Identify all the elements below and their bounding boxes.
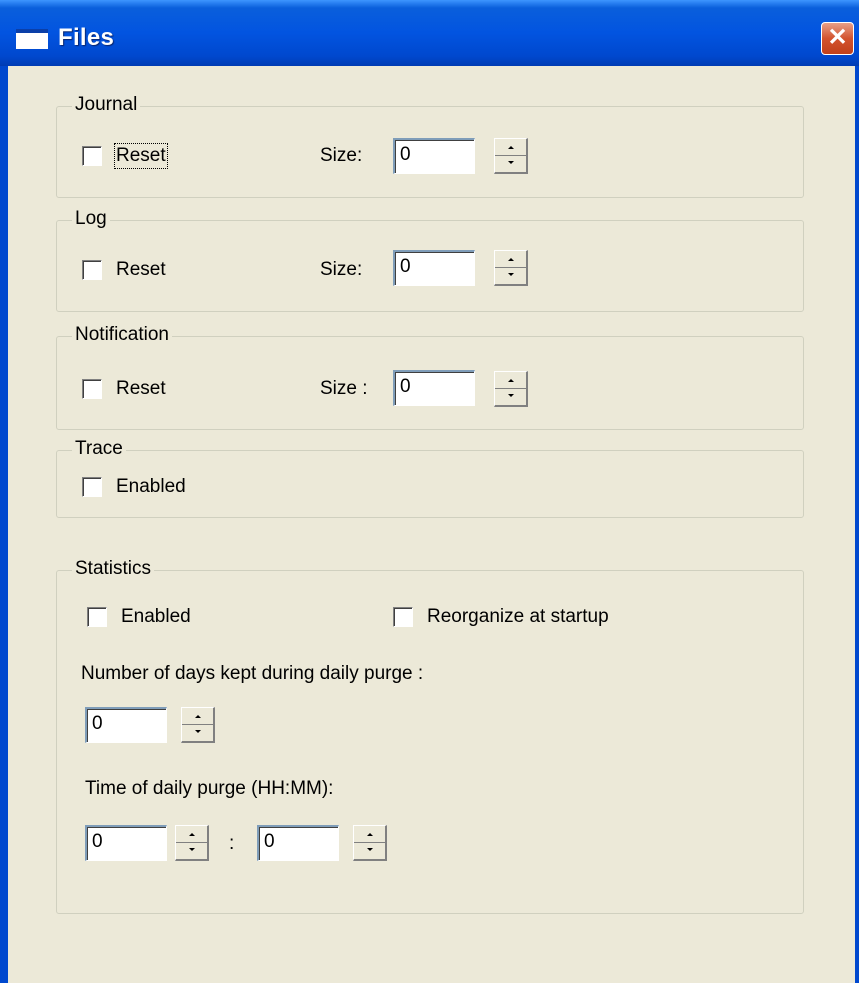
- purge-hours-input[interactable]: 0: [85, 825, 167, 861]
- trace-enabled-checkbox[interactable]: [82, 477, 102, 497]
- purge-minutes-input[interactable]: 0: [257, 825, 339, 861]
- spin-up-icon[interactable]: [176, 826, 207, 843]
- purge-time-label: Time of daily purge (HH:MM):: [85, 778, 334, 799]
- window-border-left: [0, 66, 8, 983]
- time-separator: :: [229, 833, 235, 854]
- days-kept-spinner[interactable]: [181, 707, 215, 743]
- purge-hours-spinner[interactable]: [175, 825, 209, 861]
- trace-enabled-label[interactable]: Enabled: [116, 476, 186, 498]
- spin-down-icon[interactable]: [354, 843, 385, 860]
- journal-reset-checkbox[interactable]: [82, 146, 102, 166]
- log-reset-checkbox[interactable]: [82, 260, 102, 280]
- log-legend: Log: [72, 208, 110, 230]
- notification-reset-label[interactable]: Reset: [116, 378, 166, 400]
- spin-up-icon[interactable]: [354, 826, 385, 843]
- files-dialog: Files ✕ Journal Reset Size: 0 Log Reset …: [0, 0, 859, 983]
- journal-size-label: Size:: [320, 145, 363, 166]
- window-border-right: [855, 66, 859, 983]
- log-group: Log Reset Size: 0: [56, 208, 804, 312]
- log-reset-label[interactable]: Reset: [116, 259, 166, 281]
- window-title: Files: [58, 24, 115, 51]
- spin-up-icon[interactable]: [182, 708, 213, 725]
- reorganize-checkbox[interactable]: [393, 607, 413, 627]
- statistics-enabled-checkbox[interactable]: [87, 607, 107, 627]
- statistics-legend: Statistics: [72, 558, 155, 580]
- spin-down-icon[interactable]: [495, 389, 526, 406]
- log-size-label: Size:: [320, 259, 363, 280]
- notification-size-label: Size :: [320, 378, 368, 399]
- journal-group: Journal Reset Size: 0: [56, 94, 804, 198]
- journal-reset-label[interactable]: Reset: [114, 143, 168, 169]
- trace-legend: Trace: [72, 438, 126, 460]
- spin-up-icon[interactable]: [495, 139, 526, 156]
- days-kept-label: Number of days kept during daily purge :: [81, 663, 424, 684]
- reorganize-label[interactable]: Reorganize at startup: [427, 606, 609, 628]
- spin-down-icon[interactable]: [176, 843, 207, 860]
- log-size-input[interactable]: 0: [393, 250, 475, 286]
- statistics-enabled-label[interactable]: Enabled: [121, 606, 191, 628]
- notification-size-input[interactable]: 0: [393, 370, 475, 406]
- days-kept-input[interactable]: 0: [85, 707, 167, 743]
- spin-down-icon[interactable]: [495, 156, 526, 173]
- journal-size-input[interactable]: 0: [393, 138, 475, 174]
- trace-group: Trace Enabled: [56, 438, 804, 518]
- notification-legend: Notification: [72, 324, 172, 346]
- journal-size-spinner[interactable]: [494, 138, 528, 174]
- spin-down-icon[interactable]: [495, 268, 526, 285]
- notification-group: Notification Reset Size : 0: [56, 324, 804, 430]
- notification-size-spinner[interactable]: [494, 371, 528, 407]
- journal-legend: Journal: [72, 94, 141, 116]
- close-button[interactable]: ✕: [821, 22, 854, 55]
- window-icon: [16, 29, 48, 49]
- title-bar[interactable]: Files ✕: [0, 0, 859, 66]
- spin-up-icon[interactable]: [495, 251, 526, 268]
- log-size-spinner[interactable]: [494, 250, 528, 286]
- statistics-group: Statistics Enabled Reorganize at startup…: [56, 558, 804, 914]
- notification-reset-checkbox[interactable]: [82, 379, 102, 399]
- spin-up-icon[interactable]: [495, 372, 526, 389]
- purge-minutes-spinner[interactable]: [353, 825, 387, 861]
- spin-down-icon[interactable]: [182, 725, 213, 742]
